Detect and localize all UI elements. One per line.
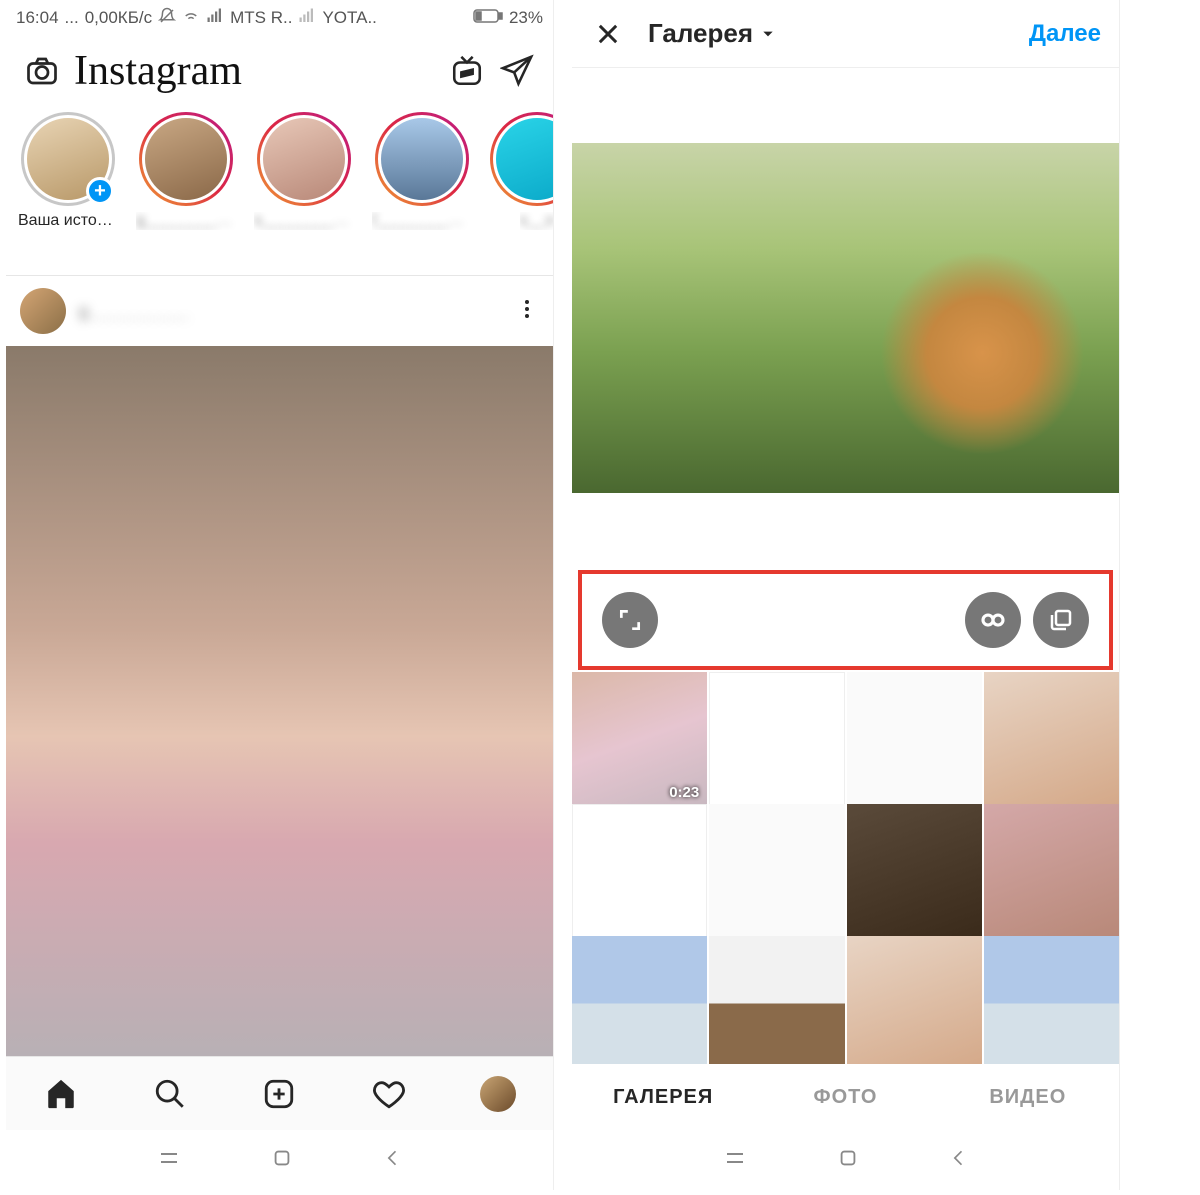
- story-item[interactable]: s_________ka: [254, 112, 354, 230]
- grid-thumbnail[interactable]: [847, 936, 982, 1064]
- nav-home[interactable]: [41, 1074, 81, 1114]
- tab-photo[interactable]: ФОТО: [754, 1086, 936, 1109]
- status-speed: 0,00КБ/с: [85, 8, 152, 28]
- media-grid: 0:23: [572, 672, 1119, 1064]
- story-label: f_________on: [372, 212, 472, 230]
- stories-row[interactable]: + Ваша истор... g________mar.. s________…: [6, 106, 553, 276]
- grid-thumbnail[interactable]: [847, 804, 982, 939]
- status-dots: ...: [65, 8, 79, 28]
- status-carrier1: MTS R..: [230, 8, 292, 28]
- bottom-nav: [6, 1056, 553, 1130]
- close-icon[interactable]: [590, 16, 626, 52]
- video-duration: 0:23: [669, 784, 699, 801]
- image-preview[interactable]: [572, 68, 1119, 568]
- signal-icon: [206, 7, 224, 30]
- status-time: 16:04: [16, 8, 59, 28]
- direct-message-icon[interactable]: [499, 53, 535, 89]
- grid-thumbnail[interactable]: [984, 804, 1119, 939]
- grid-thumbnail[interactable]: [984, 936, 1119, 1064]
- expand-crop-button[interactable]: [602, 592, 658, 648]
- grid-thumbnail[interactable]: [847, 672, 982, 807]
- story-item[interactable]: f_________on: [372, 112, 472, 230]
- android-nav-bar: [6, 1130, 553, 1190]
- signal-icon: [298, 7, 316, 30]
- android-back-icon[interactable]: [383, 1148, 403, 1173]
- android-home-icon[interactable]: [271, 1147, 293, 1174]
- grid-thumbnail[interactable]: [709, 672, 844, 807]
- nav-profile[interactable]: [478, 1074, 518, 1114]
- status-bar: 16:04 ... 0,00КБ/с MTS R.. YOTA.. 23%: [6, 0, 553, 36]
- crop-tools-highlight: [578, 570, 1113, 670]
- grid-thumbnail[interactable]: [709, 936, 844, 1064]
- android-recent-icon[interactable]: [723, 1146, 747, 1175]
- do-not-disturb-icon: [158, 7, 176, 30]
- story-item[interactable]: g________mar..: [136, 112, 236, 230]
- instagram-feed-screen: 16:04 ... 0,00КБ/с MTS R.. YOTA.. 23%: [6, 0, 554, 1190]
- next-button[interactable]: Далее: [1029, 20, 1101, 48]
- story-your-story[interactable]: + Ваша истор...: [18, 112, 118, 230]
- nav-activity[interactable]: [369, 1074, 409, 1114]
- grid-thumbnail[interactable]: [572, 804, 707, 939]
- grid-thumbnail[interactable]: 0:23: [572, 672, 707, 807]
- nav-search[interactable]: [150, 1074, 190, 1114]
- status-battery: 23%: [509, 8, 543, 28]
- instagram-header: Instagram: [6, 36, 553, 106]
- chevron-down-icon: [761, 27, 775, 41]
- status-carrier2: YOTA..: [322, 8, 376, 28]
- battery-icon: [473, 8, 503, 29]
- post-header: g__________: [6, 276, 553, 346]
- grid-thumbnail[interactable]: [572, 936, 707, 1064]
- story-label: g________mar..: [136, 212, 236, 230]
- picker-tabs: ГАЛЕРЕЯ ФОТО ВИДЕО: [572, 1064, 1119, 1130]
- wifi-icon: [182, 7, 200, 30]
- story-label: s_________ka: [254, 212, 354, 230]
- multi-select-button[interactable]: [1033, 592, 1089, 648]
- gallery-source-dropdown[interactable]: Галерея: [648, 18, 775, 49]
- gallery-picker-screen: Галерея Далее 0:23: [572, 0, 1120, 1190]
- plus-icon: +: [86, 177, 114, 205]
- instagram-logo: Instagram: [74, 47, 242, 95]
- igtv-icon[interactable]: [449, 53, 485, 89]
- story-item[interactable]: s__o: [490, 112, 553, 230]
- tab-gallery[interactable]: ГАЛЕРЕЯ: [572, 1086, 754, 1109]
- tab-video[interactable]: ВИДЕО: [937, 1086, 1119, 1109]
- android-nav-bar: [572, 1130, 1119, 1190]
- android-recent-icon[interactable]: [157, 1146, 181, 1175]
- post-image[interactable]: [6, 346, 553, 1056]
- avatar[interactable]: [20, 288, 66, 334]
- boomerang-button[interactable]: [965, 592, 1021, 648]
- grid-thumbnail[interactable]: [984, 672, 1119, 807]
- android-back-icon[interactable]: [949, 1148, 969, 1173]
- picker-header: Галерея Далее: [572, 0, 1119, 68]
- story-label: Ваша истор...: [18, 212, 118, 230]
- android-home-icon[interactable]: [837, 1147, 859, 1174]
- nav-add-post[interactable]: [259, 1074, 299, 1114]
- post-username[interactable]: g__________: [78, 301, 503, 322]
- story-label: s__o: [520, 212, 553, 230]
- camera-icon[interactable]: [24, 53, 60, 89]
- more-options-icon[interactable]: [515, 297, 539, 326]
- grid-thumbnail[interactable]: [709, 804, 844, 939]
